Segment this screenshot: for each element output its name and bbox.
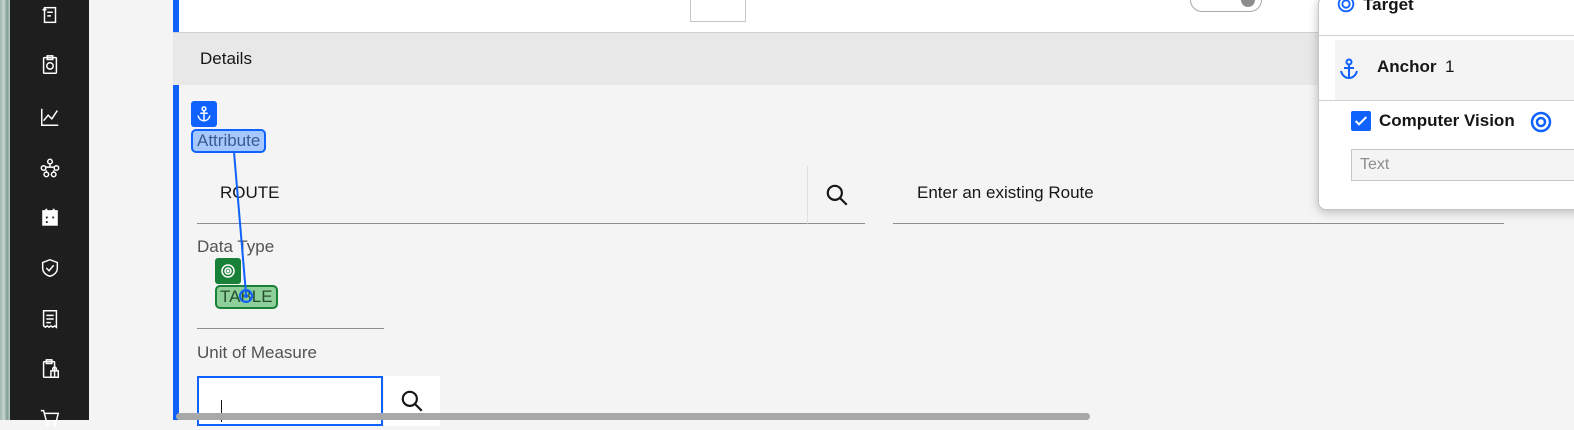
line-chart-icon[interactable] [38,105,62,129]
desktop-wallpaper-edge [0,0,10,420]
data-type-underline [197,328,384,329]
receipt-icon[interactable] [38,307,62,331]
target-icon [215,258,241,284]
anchor-icon [1340,58,1358,80]
attribute-description-text: Enter an existing Route [917,183,1094,202]
panel-anchor-row[interactable]: Anchor 1 [1335,40,1574,100]
attribute-input[interactable]: ROUTE [197,166,807,224]
attribute-value: ROUTE [220,183,280,202]
attribute-search-button[interactable] [807,166,865,224]
search-icon [401,390,423,412]
shield-check-icon[interactable] [38,256,62,280]
data-type-value: TABLE [215,285,278,309]
panel-anchor-label: Anchor [1377,57,1437,76]
panel-divider [1319,35,1574,36]
hierarchy-icon[interactable] [38,156,62,180]
computer-vision-label: Computer Vision [1379,111,1515,130]
calendar-icon[interactable] [38,205,62,229]
checkmark-icon [1354,116,1368,126]
anchor-icon [191,101,217,127]
clipboard-lock-icon[interactable] [38,357,62,381]
cart-icon[interactable] [38,406,62,430]
search-icon [826,184,848,206]
horizontal-scrollbar[interactable] [176,413,1090,420]
panel-anchor-count: 1 [1445,57,1455,76]
panel-target-label: Target [1363,0,1414,14]
anchor-panel: Target Anchor 1 Computer Vision Text [1318,0,1574,210]
computer-vision-text-input[interactable]: Text [1351,149,1574,181]
clipboard-sync-icon[interactable] [38,53,62,77]
details-title: Details [200,49,252,68]
unit-of-measure-label: Unit of Measure [197,343,317,362]
page-gutter [89,0,173,420]
target-icon[interactable] [1529,110,1553,134]
toggle-switch[interactable] [1190,0,1262,12]
data-type-label: Data Type [197,237,275,256]
side-nav [10,0,89,427]
target-icon [1337,0,1355,13]
search-button[interactable] [690,0,746,22]
computer-vision-checkbox[interactable] [1351,111,1371,131]
attribute-label: Attribute [191,129,267,153]
history-icon[interactable] [38,3,62,27]
computer-vision-row: Computer Vision [1351,110,1574,134]
panel-divider [1319,100,1574,101]
